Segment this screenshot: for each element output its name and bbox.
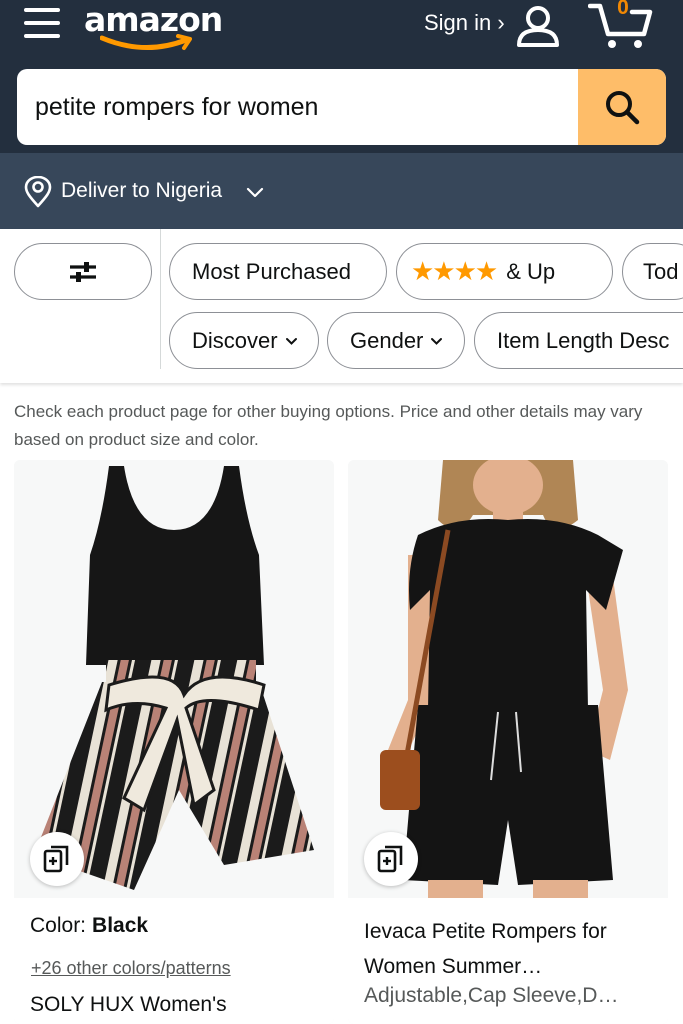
user-icon[interactable]	[515, 4, 561, 48]
filter-most-purchased[interactable]: Most Purchased	[169, 243, 387, 300]
filter-item-length[interactable]: Item Length Desc	[474, 312, 683, 369]
compare-button[interactable]	[364, 832, 418, 886]
chevron-down-icon	[246, 187, 264, 198]
top-header: amazon Sign in › 0	[0, 0, 683, 153]
filter-divider	[160, 229, 161, 369]
compare-button[interactable]	[30, 832, 84, 886]
compare-icon	[43, 845, 69, 873]
amazon-logo[interactable]: amazon	[84, 0, 224, 58]
star-rating-icon: ★★★★	[411, 256, 498, 286]
filter-discover[interactable]: Discover	[169, 312, 319, 369]
chip-label: Tod	[643, 258, 679, 284]
product-title[interactable]: SOLY HUX Women's	[30, 993, 227, 1017]
product-subtitle[interactable]: Adjustable,Cap Sleeve,D…	[364, 984, 664, 1008]
filter-bar: Most Purchased ★★★★ & Up Tod Discover Ge…	[0, 229, 683, 383]
product-card[interactable]: Ievaca Petite Rompers for Women Summer… …	[348, 460, 668, 1024]
product-info: Color: Black +26 other colors/patterns SO…	[14, 898, 334, 1024]
filter-today[interactable]: Tod	[622, 243, 683, 300]
filter-sliders-icon	[70, 261, 96, 282]
chip-label: & Up	[506, 258, 556, 284]
product-title[interactable]: Ievaca Petite Rompers for Women Summer…	[364, 914, 664, 984]
search-icon	[606, 91, 640, 125]
filter-gender[interactable]: Gender	[327, 312, 465, 369]
product-card[interactable]: Color: Black +26 other colors/patterns SO…	[14, 460, 334, 1024]
search-input[interactable]	[17, 69, 579, 145]
color-label: Color:	[30, 914, 87, 937]
chevron-down-icon	[285, 338, 297, 345]
filter-settings-button[interactable]	[14, 243, 152, 300]
compare-icon	[377, 845, 403, 873]
search-button[interactable]	[578, 69, 666, 145]
search-bar	[17, 69, 666, 145]
product-info: Ievaca Petite Rompers for Women Summer… …	[348, 898, 668, 1024]
cart-count: 0	[617, 0, 629, 19]
other-colors-link[interactable]: +26 other colors/patterns	[31, 958, 231, 979]
chip-label: Gender	[350, 327, 424, 353]
chevron-down-icon	[431, 338, 443, 345]
chip-label: Most Purchased	[192, 258, 351, 284]
cart-button[interactable]: 0	[587, 0, 654, 52]
amazon-smile-icon	[100, 34, 192, 50]
chip-label: Item Length Desc	[497, 327, 670, 353]
deliver-to-label[interactable]: Deliver to Nigeria	[61, 179, 222, 203]
sign-in-link[interactable]: Sign in ›	[424, 10, 505, 36]
deliver-to-bar[interactable]: Deliver to Nigeria	[0, 153, 683, 229]
buying-options-notice: Check each product page for other buying…	[14, 402, 643, 449]
color-value: Black	[92, 914, 149, 937]
chip-label: Discover	[192, 327, 278, 353]
color-row: Color: Black	[30, 914, 148, 938]
filter-rating-4-up[interactable]: ★★★★ & Up	[396, 243, 613, 300]
menu-icon[interactable]	[24, 8, 62, 42]
location-pin-icon	[24, 176, 52, 208]
